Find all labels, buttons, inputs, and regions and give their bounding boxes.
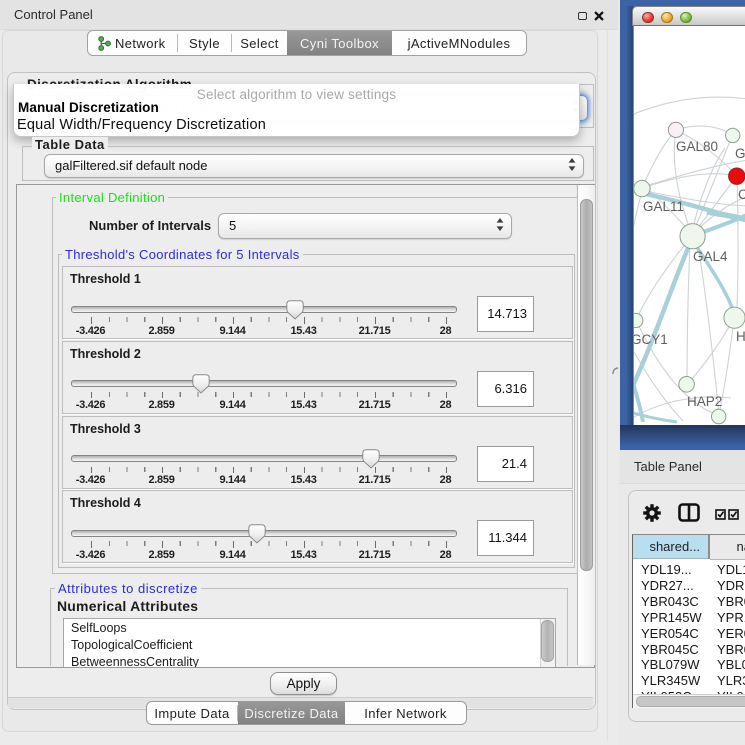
svg-text:GA: GA xyxy=(735,146,745,161)
svg-text:H: H xyxy=(736,329,745,344)
svg-text:GAL80: GAL80 xyxy=(676,139,718,154)
svg-text:GAL4: GAL4 xyxy=(693,249,728,264)
svg-text:GCY1: GCY1 xyxy=(633,332,668,347)
svg-text:C: C xyxy=(738,187,745,202)
svg-text:HAP2: HAP2 xyxy=(687,394,722,409)
svg-text:GAL11: GAL11 xyxy=(643,199,684,214)
